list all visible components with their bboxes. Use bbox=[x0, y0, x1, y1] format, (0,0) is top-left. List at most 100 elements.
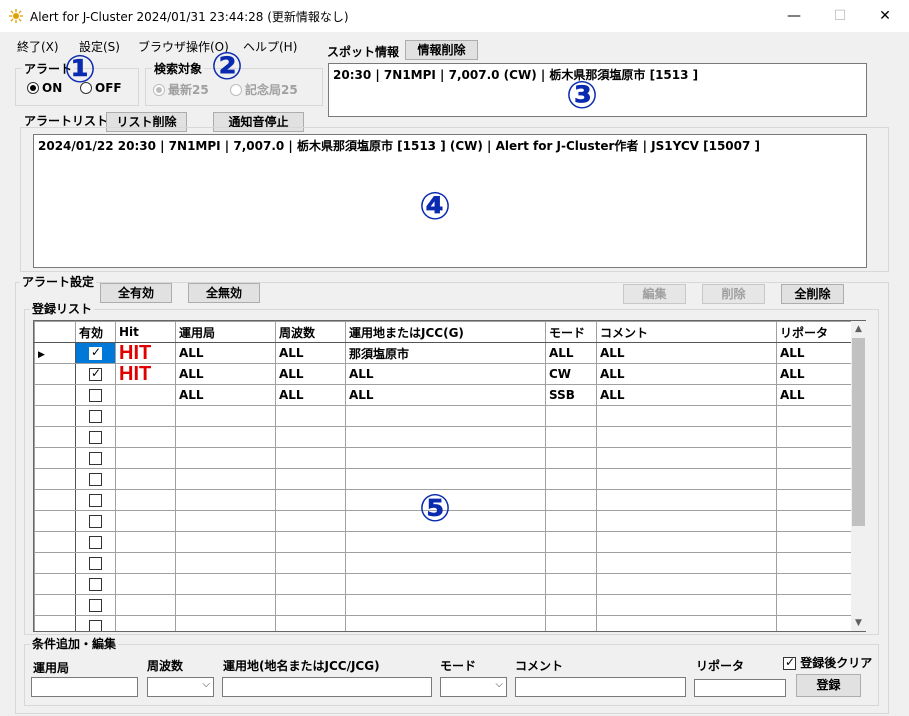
table-row[interactable] bbox=[34, 405, 853, 427]
table-cell[interactable] bbox=[596, 594, 777, 616]
col-frequency[interactable]: 周波数 bbox=[275, 321, 346, 343]
table-cell[interactable] bbox=[175, 531, 276, 553]
checkbox-icon[interactable] bbox=[89, 578, 102, 591]
cell-reporter[interactable]: ALL bbox=[776, 384, 853, 406]
table-cell[interactable] bbox=[275, 426, 346, 448]
station-input[interactable] bbox=[31, 677, 138, 697]
table-cell[interactable] bbox=[275, 573, 346, 595]
row-header[interactable] bbox=[34, 531, 76, 553]
table-cell[interactable] bbox=[275, 615, 346, 631]
row-header[interactable] bbox=[34, 573, 76, 595]
table-cell[interactable] bbox=[115, 615, 176, 631]
table-cell[interactable] bbox=[175, 510, 276, 532]
table-cell[interactable] bbox=[175, 594, 276, 616]
cell-enabled[interactable] bbox=[75, 573, 116, 595]
cell-enabled[interactable] bbox=[75, 615, 116, 631]
row-header[interactable] bbox=[34, 468, 76, 490]
cell-mode[interactable]: CW bbox=[545, 363, 597, 385]
cell-comment[interactable]: ALL bbox=[596, 384, 777, 406]
row-header[interactable] bbox=[34, 447, 76, 469]
cell-station[interactable]: ALL bbox=[175, 384, 276, 406]
row-header[interactable] bbox=[34, 426, 76, 448]
table-cell[interactable] bbox=[175, 615, 276, 631]
checkbox-icon[interactable] bbox=[89, 452, 102, 465]
menu-exit[interactable]: 終了(X) bbox=[17, 38, 59, 55]
table-cell[interactable] bbox=[175, 447, 276, 469]
table-cell[interactable] bbox=[115, 489, 176, 511]
table-cell[interactable] bbox=[275, 531, 346, 553]
checkbox-icon[interactable] bbox=[89, 599, 102, 612]
minimize-button[interactable]: — bbox=[771, 4, 817, 28]
table-cell[interactable] bbox=[115, 447, 176, 469]
table-cell[interactable] bbox=[545, 489, 597, 511]
col-location[interactable]: 運用地またはJCC(G) bbox=[345, 321, 546, 343]
table-cell[interactable] bbox=[776, 573, 853, 595]
cell-location[interactable]: ALL bbox=[345, 384, 546, 406]
cell-enabled[interactable] bbox=[75, 426, 116, 448]
row-header[interactable] bbox=[34, 552, 76, 574]
cell-enabled[interactable] bbox=[75, 342, 116, 364]
col-station[interactable]: 運用局 bbox=[175, 321, 276, 343]
table-cell[interactable] bbox=[175, 552, 276, 574]
table-cell[interactable] bbox=[545, 510, 597, 532]
cell-enabled[interactable] bbox=[75, 468, 116, 490]
scroll-up-icon[interactable]: ▲ bbox=[851, 321, 866, 337]
row-header[interactable] bbox=[34, 510, 76, 532]
table-cell[interactable] bbox=[175, 489, 276, 511]
table-cell[interactable] bbox=[345, 615, 546, 631]
cell-enabled[interactable] bbox=[75, 489, 116, 511]
cell-mode[interactable]: ALL bbox=[545, 342, 597, 364]
checkbox-icon[interactable] bbox=[89, 366, 102, 381]
table-cell[interactable] bbox=[596, 573, 777, 595]
registration-grid[interactable]: 有効 Hit 運用局 周波数 運用地またはJCC(G) モード コメント リポー… bbox=[33, 320, 866, 632]
table-row[interactable]: ▶HITALLALL那須塩原市ALLALLALL bbox=[34, 342, 853, 364]
cell-comment[interactable]: ALL bbox=[596, 363, 777, 385]
table-row[interactable] bbox=[34, 447, 853, 469]
table-cell[interactable] bbox=[275, 405, 346, 427]
row-header[interactable] bbox=[34, 363, 76, 385]
mode-select[interactable]: ⌵ bbox=[440, 677, 507, 697]
table-cell[interactable] bbox=[545, 552, 597, 574]
close-button[interactable]: ✕ bbox=[862, 4, 908, 28]
table-cell[interactable] bbox=[345, 573, 546, 595]
table-cell[interactable] bbox=[275, 510, 346, 532]
checkbox-icon[interactable] bbox=[89, 389, 102, 402]
cell-enabled[interactable] bbox=[75, 363, 116, 385]
cell-enabled[interactable] bbox=[75, 447, 116, 469]
checkbox-icon[interactable] bbox=[89, 345, 102, 360]
frequency-select[interactable]: ⌵ bbox=[147, 677, 214, 697]
table-cell[interactable] bbox=[345, 405, 546, 427]
table-cell[interactable] bbox=[115, 573, 176, 595]
cell-reporter[interactable]: ALL bbox=[776, 342, 853, 364]
location-input[interactable] bbox=[222, 677, 432, 697]
table-cell[interactable] bbox=[115, 426, 176, 448]
scroll-thumb[interactable] bbox=[852, 338, 865, 526]
table-cell[interactable] bbox=[545, 447, 597, 469]
table-cell[interactable] bbox=[596, 531, 777, 553]
table-cell[interactable] bbox=[776, 510, 853, 532]
cell-frequency[interactable]: ALL bbox=[275, 384, 346, 406]
table-cell[interactable] bbox=[275, 489, 346, 511]
table-cell[interactable] bbox=[596, 426, 777, 448]
cell-enabled[interactable] bbox=[75, 552, 116, 574]
table-cell[interactable] bbox=[275, 468, 346, 490]
delete-all-button[interactable]: 全削除 bbox=[781, 284, 844, 304]
checkbox-icon[interactable] bbox=[89, 536, 102, 549]
table-cell[interactable] bbox=[345, 426, 546, 448]
table-cell[interactable] bbox=[345, 447, 546, 469]
cell-enabled[interactable] bbox=[75, 405, 116, 427]
table-row[interactable] bbox=[34, 573, 853, 595]
edit-button[interactable]: 編集 bbox=[623, 284, 686, 304]
disable-all-button[interactable]: 全無効 bbox=[188, 283, 260, 303]
table-cell[interactable] bbox=[175, 573, 276, 595]
table-cell[interactable] bbox=[596, 489, 777, 511]
clear-spot-button[interactable]: 情報削除 bbox=[405, 40, 478, 60]
table-cell[interactable] bbox=[596, 468, 777, 490]
row-header[interactable] bbox=[34, 594, 76, 616]
table-cell[interactable] bbox=[345, 552, 546, 574]
cell-mode[interactable]: SSB bbox=[545, 384, 597, 406]
checkbox-icon[interactable] bbox=[89, 494, 102, 507]
table-cell[interactable] bbox=[596, 510, 777, 532]
row-header[interactable]: ▶ bbox=[34, 342, 76, 364]
row-header[interactable] bbox=[34, 405, 76, 427]
